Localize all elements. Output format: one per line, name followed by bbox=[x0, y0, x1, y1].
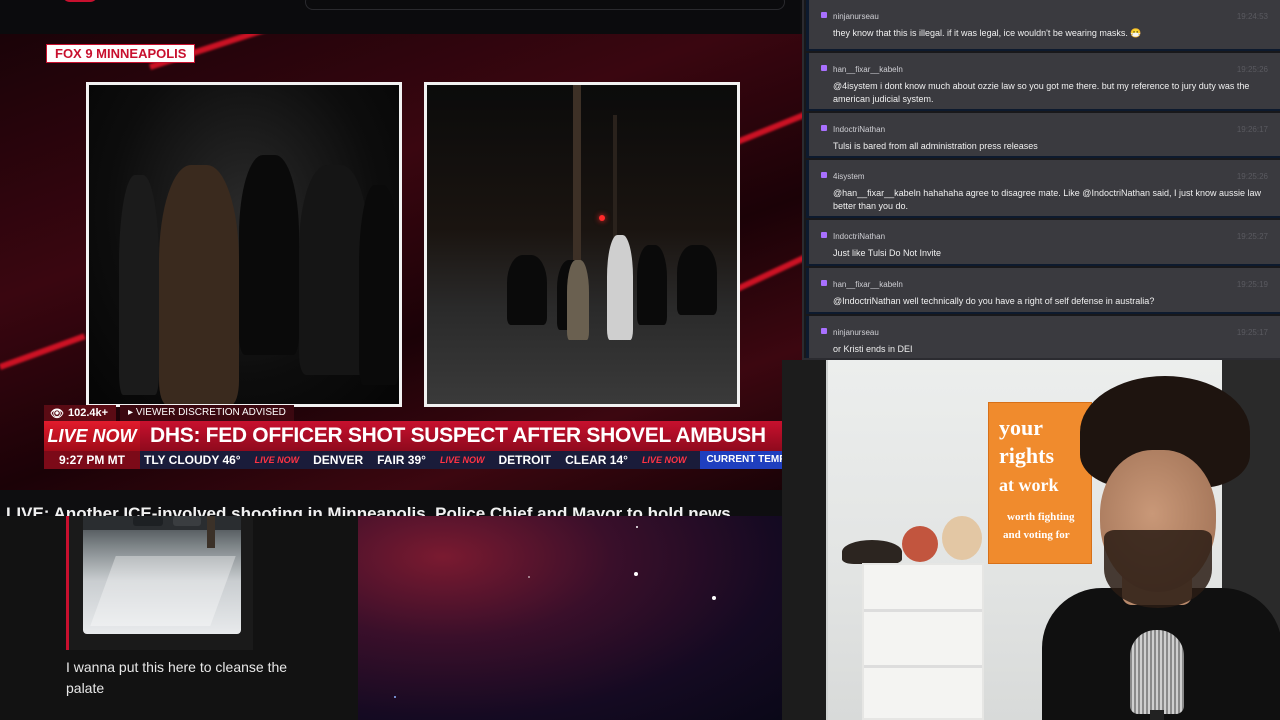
chat-message: IndoctriNathan 19:26:17 Tulsi is bared fro… bbox=[806, 113, 1280, 158]
ticker-item: DETROIT bbox=[498, 453, 552, 467]
station-logo: FOX 9 MINNEAPOLIS bbox=[46, 44, 196, 63]
news-video-player[interactable]: FOX 9 MINNEAPOLIS 👁 102.4k+ ▸ VIEWER DIS… bbox=[0, 34, 826, 490]
chat-timestamp: 19:24:53 bbox=[1236, 12, 1268, 21]
eye-icon: 👁 bbox=[50, 407, 64, 420]
chat-timestamp: 19:26:17 bbox=[1236, 125, 1268, 134]
chat-text: @IndoctriNathan well technically do you … bbox=[833, 296, 1155, 306]
poster: your rights at work worth fighting and v… bbox=[988, 402, 1092, 564]
footage-left bbox=[86, 82, 402, 407]
clip-caption: I wanna put this here to cleanse the pal… bbox=[66, 659, 288, 696]
chat-text: @4isystem i dont know much about ozzie l… bbox=[833, 81, 1250, 104]
chat-text: Just like Tulsi Do Not Invite bbox=[833, 248, 942, 258]
chat-username[interactable]: ninjanurseau bbox=[833, 328, 879, 337]
chat-message: 4isystem 19:25:26 @han__fixar__kabeln haha… bbox=[806, 160, 1280, 218]
user-badge-icon bbox=[821, 280, 827, 286]
chat-text: Tulsi is bared from all administration p… bbox=[833, 141, 1038, 151]
user-badge-icon bbox=[821, 232, 827, 238]
ticker-live-badge: LIVE NOW bbox=[439, 455, 485, 465]
chyron: 👁 102.4k+ ▸ VIEWER DISCRETION ADVISED LI… bbox=[44, 405, 824, 477]
user-badge-icon bbox=[821, 65, 827, 71]
clip-card[interactable] bbox=[66, 516, 253, 650]
chat-username[interactable]: han__fixar__kabeln bbox=[833, 65, 903, 74]
chat-username[interactable]: IndoctriNathan bbox=[833, 125, 885, 134]
chat-message: ninjanurseau 19:25:17 or Kristi ends in DE… bbox=[806, 316, 1280, 358]
chat-panel: ninjanurseau 19:24:53 they know that this … bbox=[802, 0, 1280, 360]
chat-text: or Kristi ends in DEI bbox=[833, 344, 913, 354]
chat-username[interactable]: han__fixar__kabeln bbox=[833, 280, 903, 289]
weather-ticker: TLY CLOUDY 46° LIVE NOW DENVER FAIR 39° LIVE… bbox=[140, 451, 820, 469]
chat-timestamp: 19:25:17 bbox=[1236, 328, 1268, 337]
ticker-item: FAIR 39° bbox=[377, 453, 426, 467]
webcam-feed: your rights at work worth fighting and v… bbox=[782, 360, 1280, 720]
youtube-logo-icon[interactable] bbox=[62, 0, 98, 2]
chat-timestamp: 19:25:19 bbox=[1236, 280, 1268, 289]
decorative-mask bbox=[942, 516, 982, 560]
chat-message: ninjanurseau 19:24:53 they know that this … bbox=[806, 0, 1280, 51]
live-now-badge: LIVE NOW bbox=[44, 421, 140, 451]
chat-timestamp: 19:25:27 bbox=[1236, 232, 1268, 241]
user-badge-icon bbox=[821, 12, 827, 18]
browser-top-strip bbox=[0, 0, 800, 34]
ticker-item: CLEAR 14° bbox=[565, 453, 628, 467]
bookshelf bbox=[862, 563, 984, 720]
user-badge-icon bbox=[821, 172, 827, 178]
discretion-banner: ▸ VIEWER DISCRETION ADVISED bbox=[120, 405, 294, 421]
headline: DHS: FED OFFICER SHOT SUSPECT AFTER SHOV… bbox=[140, 421, 810, 451]
viewer-count: 👁 102.4k+ bbox=[44, 405, 117, 421]
chat-username[interactable]: 4isystem bbox=[833, 172, 865, 181]
clip-thumbnail[interactable] bbox=[83, 516, 241, 634]
clip-panel: I wanna put this here to cleanse the pal… bbox=[0, 516, 358, 720]
chat-timestamp: 19:25:26 bbox=[1236, 172, 1268, 181]
user-badge-icon bbox=[821, 125, 827, 131]
ticker-live-badge: LIVE NOW bbox=[641, 455, 687, 465]
chat-text: they know that this is illegal. if it wa… bbox=[833, 28, 1142, 38]
footage-right bbox=[424, 82, 740, 407]
ticker-live-badge: LIVE NOW bbox=[254, 455, 300, 465]
chat-message: han__fixar__kabeln 19:25:26 @4isystem i do… bbox=[806, 53, 1280, 111]
user-badge-icon bbox=[821, 328, 827, 334]
red-light-streak bbox=[0, 333, 86, 370]
search-bar[interactable] bbox=[305, 0, 785, 10]
ticker-item: DENVER bbox=[313, 453, 364, 467]
ticker-item: TLY CLOUDY 46° bbox=[144, 453, 241, 467]
space-background bbox=[358, 516, 782, 720]
chat-username[interactable]: IndoctriNathan bbox=[833, 232, 885, 241]
broadcast-time: 9:27 PM MT bbox=[44, 451, 140, 469]
decorative-mask bbox=[902, 526, 938, 562]
hat bbox=[842, 540, 902, 564]
chat-text: @han__fixar__kabeln hahahaha agree to di… bbox=[833, 188, 1262, 211]
stream-layout: FOX 9 MINNEAPOLIS 👁 102.4k+ ▸ VIEWER DIS… bbox=[0, 0, 1280, 720]
chat-timestamp: 19:25:26 bbox=[1236, 65, 1268, 74]
microphone-icon bbox=[1130, 630, 1184, 714]
traffic-light-icon bbox=[599, 215, 605, 221]
chat-message: IndoctriNathan 19:25:27 Just like Tulsi Do… bbox=[806, 220, 1280, 266]
chat-username[interactable]: ninjanurseau bbox=[833, 12, 879, 21]
chat-message: han__fixar__kabeln 19:25:19 @IndoctriNatha… bbox=[806, 268, 1280, 314]
